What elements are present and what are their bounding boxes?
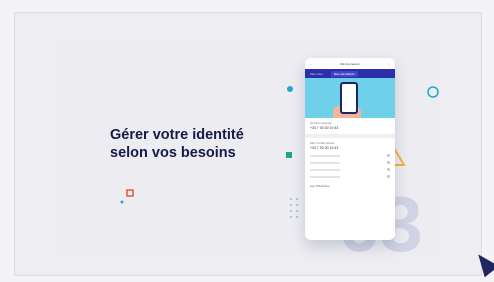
- headline-line-1: Gérer votre identité: [110, 127, 244, 143]
- number-value: +33 7 00 00 19 43: [310, 126, 339, 130]
- number2-label: Mon mobile actuel: [310, 141, 335, 145]
- phone-row: [305, 150, 395, 157]
- smartphone-icon: [340, 82, 358, 114]
- slide-headline: Gérer votre identité selon vos besoins: [110, 126, 280, 162]
- menu-icon: ⋮: [386, 61, 390, 66]
- chevron-icon: [387, 175, 390, 178]
- chevron-icon: [387, 161, 390, 164]
- number-label: Numéro associé: [310, 121, 332, 125]
- phone-mockup: ← Ma Connexion ⋮ Mes infos Mes identifia…: [305, 58, 395, 240]
- phone-tab-bar: Mes infos Mes identifiants: [305, 69, 395, 78]
- chevron-icon: [387, 154, 390, 157]
- phone-footer-text: Lier l'Outil Duo: [310, 184, 330, 188]
- tab-mes-identifiants: Mes identifiants: [330, 70, 358, 77]
- phone-header-title: Ma Connexion: [340, 61, 360, 66]
- phone-hero-illustration: [305, 78, 395, 118]
- chevron-icon: [387, 168, 390, 171]
- headline-line-2: selon vos besoins: [110, 145, 236, 161]
- phone-row: [305, 164, 395, 171]
- phone-row: [305, 171, 395, 178]
- phone-header: ← Ma Connexion ⋮: [305, 58, 395, 69]
- phone-row: [305, 157, 395, 164]
- tab-mes-infos: Mes infos: [310, 71, 323, 76]
- back-icon: ←: [310, 61, 313, 66]
